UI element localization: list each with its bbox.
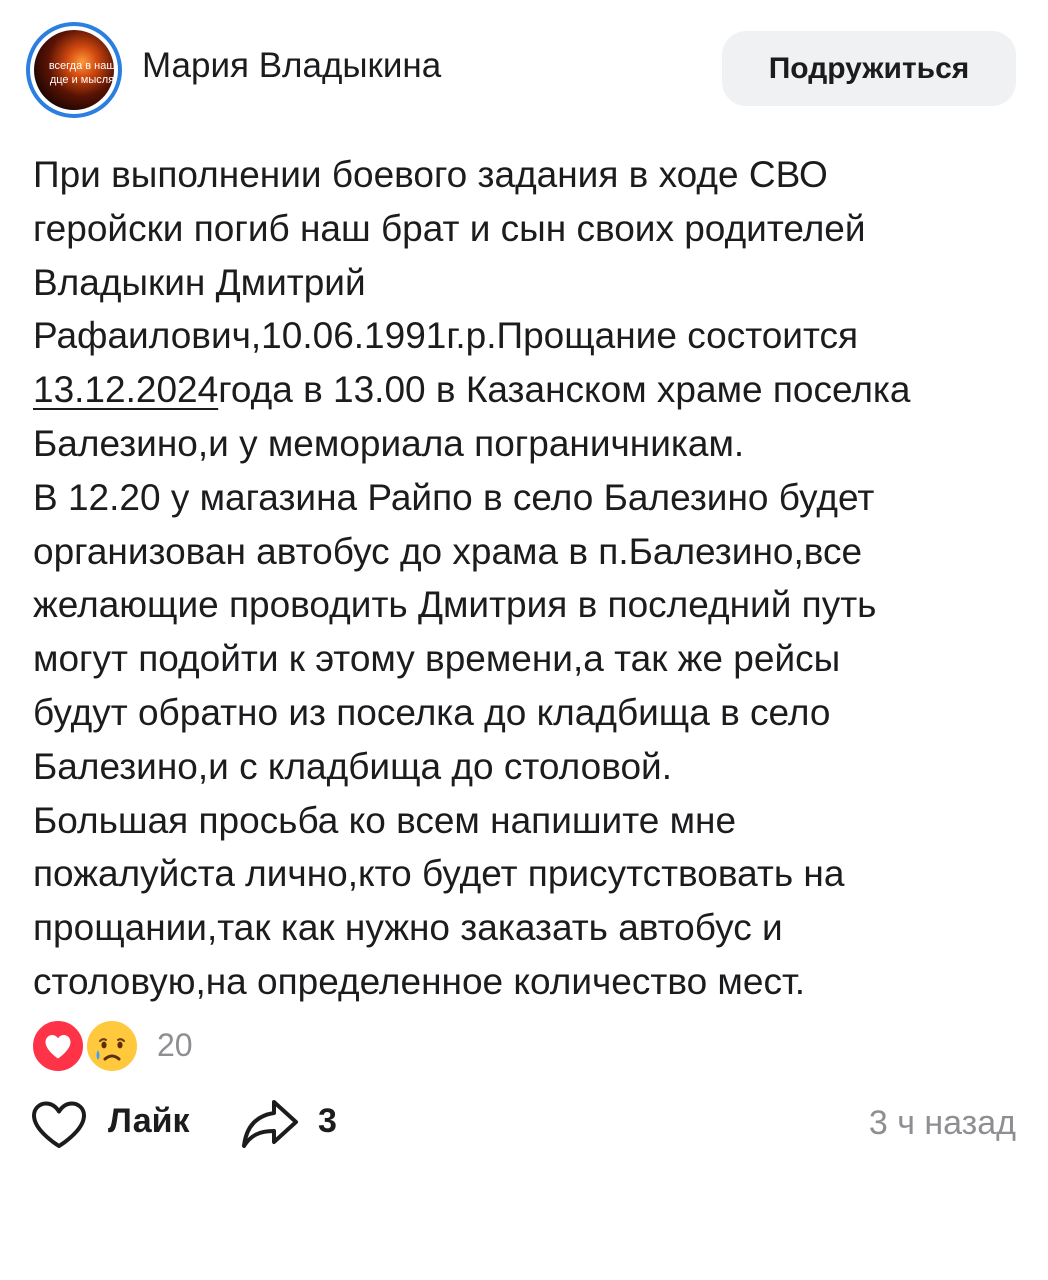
avatar-text-line-2: дце и мысля	[49, 74, 114, 86]
heart-icon	[30, 1018, 86, 1074]
post-line: геройски погиб наш брат и сын своих роди…	[33, 207, 866, 249]
like-button-label[interactable]: Лайк	[108, 1102, 190, 1141]
post-header: всегда в наш дце и мысля Мария Владыкина…	[0, 0, 1048, 140]
post-actions: Лайк 3 3 ч назад	[0, 1090, 1048, 1160]
post-line: В 12.20 у магазина Райпо в село Балезино…	[33, 476, 875, 518]
author-name[interactable]: Мария Владыкина	[142, 46, 441, 86]
date-link[interactable]: 13.12.2024	[33, 369, 218, 410]
avatar[interactable]: всегда в наш дце и мысля	[26, 22, 122, 118]
post-line: столовую,на определенное количество мест…	[33, 960, 806, 1002]
post-line: Рафаилович,10.06.1991г.р.Прощание состои…	[33, 315, 859, 357]
post-line: прощании,так как нужно заказать автобус …	[33, 907, 783, 949]
post-line: При выполнении боевого задания в ходе СВ…	[33, 154, 828, 195]
post-line: Балезино,и с кладбища до столовой.	[33, 745, 672, 787]
like-heart-icon[interactable]	[30, 1100, 88, 1150]
post-line: Балезино,и у мемориала пограничникам.	[33, 422, 745, 464]
post-timestamp: 3 ч назад	[868, 1104, 1016, 1142]
share-count: 3	[318, 1102, 337, 1140]
share-icon[interactable]	[240, 1098, 300, 1150]
post-line: желающие проводить Дмитрия в последний п…	[33, 584, 877, 626]
post-text: При выполнении боевого задания в ходе СВ…	[33, 148, 1023, 1009]
date-line-rest: года в 13.00 в Казанском храме поселка	[218, 369, 911, 411]
crying-face-icon	[84, 1018, 140, 1074]
post-line: будут обратно из поселка до кладбища в с…	[33, 691, 831, 733]
reactions-count: 20	[157, 1027, 193, 1063]
add-friend-button[interactable]: Подружиться	[722, 31, 1016, 106]
post-line: 13.12.2024года в 13.00 в Казанском храме…	[33, 363, 1023, 417]
post-line: организован автобус до храма в п.Балезин…	[33, 530, 863, 572]
avatar-text-line-1: всегда в наш	[48, 60, 114, 72]
post-line: пожалуйста лично,кто будет присутствоват…	[33, 853, 845, 895]
avatar-image: всегда в наш дце и мысля	[34, 30, 114, 110]
post-line: Большая просьба ко всем напишите мне	[33, 799, 737, 841]
post-line: могут подойти к этому времени,а так же р…	[33, 638, 841, 680]
post-line: Владыкин Дмитрий	[33, 261, 366, 303]
